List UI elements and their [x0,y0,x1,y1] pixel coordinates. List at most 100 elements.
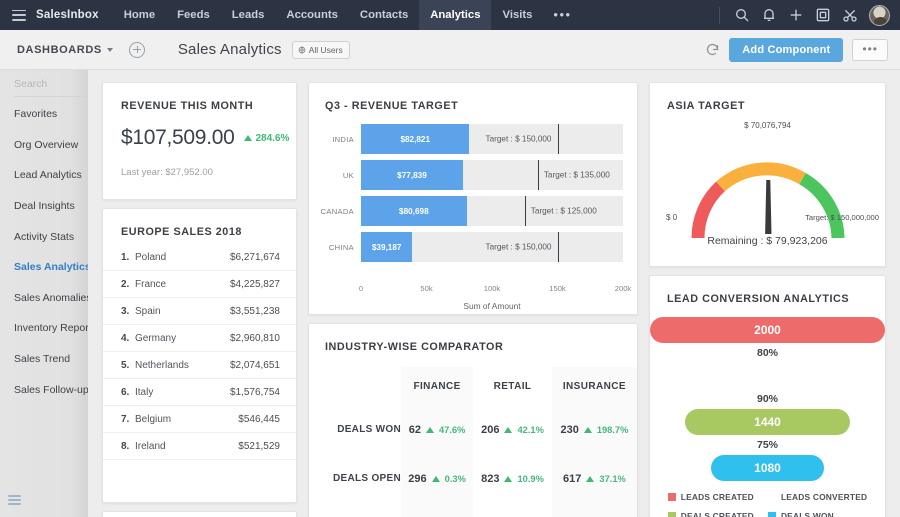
rank: 8. [121,441,135,452]
bar-achieved: $77,839 [361,160,463,190]
nav-item-contacts[interactable]: Contacts [349,0,419,30]
row-label: DEALS WON [309,405,401,454]
target-marker [558,124,560,154]
refresh-icon[interactable] [705,42,720,57]
nav-item-accounts[interactable]: Accounts [275,0,348,30]
list-item[interactable]: 1.Poland$6,271,674 [103,244,296,271]
table-row: DEALS OPEN2960.3%82310.9%61737.1% [309,454,637,503]
cell-value: 617 [563,473,581,485]
nav-item-feeds[interactable]: Feeds [166,0,221,30]
country-name: Ireland [135,441,238,452]
country-name: Belgium [135,414,238,425]
sidebar-item-sales-anomalies[interactable]: Sales Anomalies [0,283,96,314]
nav-divider [719,7,720,24]
axis-tick-label: 200k [615,284,631,293]
sidebar-item-sales-follow-up[interactable]: Sales Follow-up T [0,374,96,405]
funnel-stage: 1080 [711,455,824,481]
cell-value: 230 [560,424,578,436]
bar-category-label: UK [309,171,361,180]
axis-tick-label: 0 [359,284,363,293]
sidebar-item-org-overview[interactable]: Org Overview [0,130,96,161]
industry-header-blank [309,367,401,405]
bar-track: $39,187Target : $ 150,000 [361,232,623,262]
scope-badge[interactable]: All Users [292,41,350,59]
industry-header-finance: FINANCE [401,367,473,405]
cell-delta: 42.1% [517,425,543,435]
list-item[interactable]: 6.Italy$1,576,754 [103,379,296,406]
legend-swatch [668,493,676,501]
asia-target-card: ASIA TARGET $ 70,076,794 $ 0 Target: $ 1… [649,82,886,267]
table-row: INDIA$82,821Target : $ 150,000 [309,124,637,154]
country-name: Italy [135,387,230,398]
note-icon[interactable] [815,7,831,23]
scissors-icon[interactable] [842,7,858,23]
revenue-delta: 284.6% [244,133,289,144]
search-icon[interactable] [734,7,750,23]
cell-value: 206 [481,424,499,436]
sidebar-collapse-icon[interactable] [8,495,21,505]
target-marker [558,232,560,262]
revenue-value-row: $107,509.00 284.6% [121,126,296,150]
search-input[interactable]: Search [14,78,86,97]
nav-more-icon[interactable]: ••• [543,0,581,30]
triangle-up-icon [244,135,252,141]
triangle-up-icon [586,476,594,482]
industry-comparator-card: INDUSTRY-WISE COMPARATOR FINANCE RETAIL … [308,323,638,517]
industry-header-insurance: INSURANCE [552,367,637,405]
bell-icon[interactable] [761,7,777,23]
add-component-button[interactable]: Add Component [729,38,843,62]
country-name: France [135,279,230,290]
industry-table-body: DEALS WON6247.6%20642.1%230198.7%DEALS O… [309,405,637,517]
bar-achieved: $80,698 [361,196,467,226]
sidebar-item-deal-insights[interactable]: Deal Insights [0,191,96,222]
menu-hamburger-icon[interactable] [12,10,26,21]
plus-icon[interactable] [788,7,804,23]
dashboards-label: DASHBOARDS [17,44,102,56]
axis-tick-label: 50k [420,284,432,293]
top-navigation-bar: SalesInbox Home Feeds Leads Accounts Con… [0,0,900,30]
legend-swatch [768,512,776,517]
funnel-legend: LEADS CREATEDLEADS CONVERTEDDEALS CREATE… [650,492,885,517]
nav-item-visits[interactable]: Visits [491,0,543,30]
dashboard-more-button[interactable]: ••• [852,39,888,61]
funnel-conversion-label: 80% [757,347,778,359]
list-item[interactable]: 4.Germany$2,960,810 [103,325,296,352]
list-item[interactable]: 2.France$4,225,827 [103,271,296,298]
nav-item-analytics[interactable]: Analytics [419,0,491,30]
sidebar-item-activity-stats[interactable]: Activity Stats [0,221,96,252]
brand-label[interactable]: SalesInbox [36,9,99,21]
avatar[interactable] [869,5,890,26]
bar-category-label: CANADA [309,207,361,216]
axis-tick-label: 100k [484,284,500,293]
sidebar-item-inventory-reports[interactable]: Inventory Reports [0,313,96,344]
dashboards-dropdown[interactable]: DASHBOARDS [17,44,113,56]
list-item[interactable]: 8.Ireland$521,529 [103,433,296,460]
gauge-value-label: $ 70,076,794 [744,121,791,130]
nav-item-home[interactable]: Home [113,0,166,30]
bar-track: $82,821Target : $ 150,000 [361,124,623,154]
table-row: CANADA$80,698Target : $ 125,000 [309,196,637,226]
sales-value: $2,960,810 [230,333,280,344]
industry-table-header: FINANCE RETAIL INSURANCE [309,367,637,405]
sidebar-item-lead-analytics[interactable]: Lead Analytics [0,160,96,191]
sidebar-item-sales-analytics[interactable]: Sales Analytics [0,252,96,283]
europe-rows: 1.Poland$6,271,6742.France$4,225,8273.Sp… [103,244,296,460]
list-item[interactable]: 7.Belgium$546,445 [103,406,296,433]
asia-card-title: ASIA TARGET [667,100,885,112]
rank: 1. [121,252,135,263]
sidebar-item-sales-trend[interactable]: Sales Trend [0,344,96,375]
dashboard-subheader: DASHBOARDS Sales Analytics All Users Add… [0,30,900,70]
table-cell: 6247.6% [401,405,473,454]
list-item[interactable]: 5.Netherlands$2,074,651 [103,352,296,379]
cell-delta: 10.9% [517,474,543,484]
add-dashboard-icon[interactable] [129,42,145,58]
sidebar-item-favorites[interactable]: Favorites [0,99,96,130]
legend-swatch [768,493,776,501]
list-item[interactable]: 3.Spain$3,551,238 [103,298,296,325]
gauge-remaining-label: Remaining : $ 79,923,206 [650,235,885,247]
axis-tick-label: 150k [549,284,565,293]
revenue-last-year: Last year: $27,952.00 [121,167,296,178]
nav-item-leads[interactable]: Leads [221,0,276,30]
top-products-card: TOP PRODUCTS- APRIL Laptops$227246.5%Mob… [102,511,297,517]
bar-category-label: CHINA [309,243,361,252]
